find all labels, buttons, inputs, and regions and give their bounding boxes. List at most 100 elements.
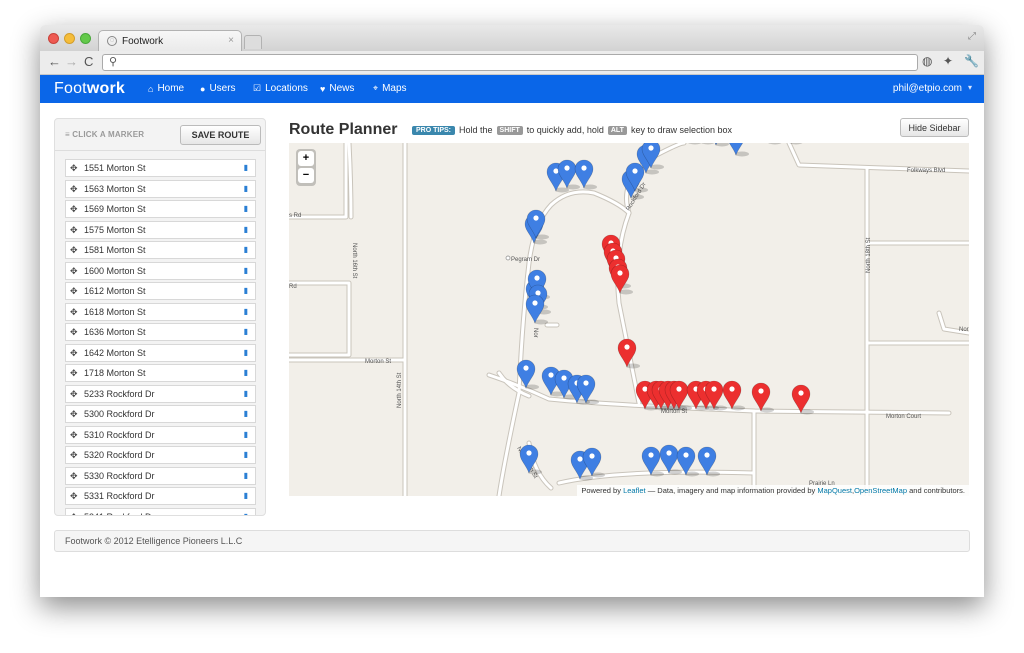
trash-icon[interactable]: ▮ (244, 163, 248, 172)
osm-link[interactable]: OpenStreetMap (854, 486, 907, 495)
save-route-button[interactable]: SAVE ROUTE (180, 125, 261, 145)
trash-icon[interactable]: ▮ (244, 430, 248, 439)
route-stop-item[interactable]: ✥ 5331 Rockford Dr ▮ (65, 487, 256, 505)
move-handle-icon[interactable]: ✥ (70, 368, 78, 379)
blue-map-marker-icon[interactable] (519, 444, 542, 475)
browser-tab[interactable]: ◌ Footwork × (98, 30, 242, 51)
move-handle-icon[interactable]: ✥ (70, 286, 78, 297)
trash-icon[interactable]: ▮ (244, 204, 248, 213)
route-stop-item[interactable]: ✥ 5320 Rockford Dr ▮ (65, 446, 256, 464)
route-stop-item[interactable]: ✥ 1575 Morton St ▮ (65, 220, 256, 239)
move-handle-icon[interactable]: ✥ (70, 430, 78, 441)
nav-users[interactable]: ● Users (200, 83, 236, 94)
blue-map-marker-icon[interactable] (760, 143, 782, 145)
minimize-window-button[interactable] (64, 33, 75, 44)
nav-news[interactable]: ♥ News (320, 83, 354, 94)
move-handle-icon[interactable]: ✥ (70, 450, 78, 461)
trash-icon[interactable]: ▮ (244, 512, 248, 516)
route-stop-item[interactable]: ✥ 5300 Rockford Dr ▮ (65, 405, 256, 423)
trash-icon[interactable]: ▮ (244, 389, 248, 398)
trash-icon[interactable]: ▮ (244, 450, 248, 459)
trash-icon[interactable]: ▮ (244, 225, 248, 234)
map-canvas[interactable]: Folkways Blvd Rockford Dr Pegram Dr Mort… (289, 143, 969, 496)
trash-icon[interactable]: ▮ (244, 266, 248, 275)
trash-icon[interactable]: ▮ (244, 409, 248, 418)
new-tab-button[interactable] (244, 35, 262, 49)
route-stop-item[interactable]: ✥ 1569 Morton St ▮ (65, 200, 256, 218)
nav-locations[interactable]: ☑ Locations (253, 83, 308, 94)
trash-icon[interactable]: ▮ (244, 327, 248, 336)
extension-globe-icon[interactable]: ◍ (922, 54, 932, 68)
route-stop-item[interactable]: ✥ 1581 Morton St ▮ (65, 241, 256, 259)
move-handle-icon[interactable]: ✥ (70, 225, 78, 236)
trash-icon[interactable]: ▮ (244, 245, 248, 254)
move-handle-icon[interactable]: ✥ (70, 389, 78, 400)
back-arrow-icon[interactable]: ← (48, 54, 61, 69)
pro-tips-badge: PRO TIPS: (412, 125, 456, 135)
red-map-marker-icon[interactable] (722, 380, 745, 411)
blue-map-marker-icon[interactable] (574, 159, 597, 190)
trash-icon[interactable]: ▮ (244, 286, 248, 295)
route-stop-item[interactable]: ✥ 1551 Morton St ▮ (65, 159, 256, 177)
route-stop-item[interactable]: ✥ 1636 Morton St ▮ (65, 323, 256, 341)
tip-text-2: to quickly add, hold (526, 125, 604, 135)
move-handle-icon[interactable]: ✥ (70, 512, 78, 516)
move-handle-icon[interactable]: ✥ (70, 245, 78, 256)
route-stop-item[interactable]: ✥ 1642 Morton St ▮ (65, 343, 256, 362)
move-handle-icon[interactable]: ✥ (70, 204, 78, 215)
brand-logo[interactable]: Footwork (54, 80, 125, 98)
blue-map-marker-icon[interactable] (582, 447, 605, 478)
fullscreen-icon[interactable]: ⤢ (968, 31, 976, 42)
trash-icon[interactable]: ▮ (244, 184, 248, 193)
red-map-marker-icon[interactable] (610, 264, 633, 295)
route-stop-address: 1612 Morton St (84, 286, 146, 296)
route-stop-item[interactable]: ✥ 1718 Morton St ▮ (65, 364, 256, 382)
tab-close-icon[interactable]: × (228, 35, 234, 46)
move-handle-icon[interactable]: ✥ (70, 307, 78, 318)
forward-arrow-icon[interactable]: → (65, 54, 78, 69)
zoom-in-button[interactable]: + (298, 151, 314, 166)
trash-icon[interactable]: ▮ (244, 348, 248, 357)
route-map[interactable]: Folkways Blvd Rockford Dr Pegram Dr Mort… (289, 143, 969, 496)
red-map-marker-icon[interactable] (751, 382, 774, 413)
route-stop-item[interactable]: ✥ 5341 Rockford Dr ▮ (65, 507, 256, 516)
move-handle-icon[interactable]: ✥ (70, 184, 78, 195)
blue-map-marker-icon[interactable] (727, 143, 749, 157)
close-window-button[interactable] (48, 33, 59, 44)
trash-icon[interactable]: ▮ (244, 307, 248, 316)
route-stop-item[interactable]: ✥ 1618 Morton St ▮ (65, 302, 256, 321)
nav-home-label: Home (157, 83, 185, 94)
user-menu[interactable]: phil@etpio.com (893, 83, 962, 94)
move-handle-icon[interactable]: ✥ (70, 163, 78, 174)
move-handle-icon[interactable]: ✥ (70, 266, 78, 277)
hide-sidebar-button[interactable]: Hide Sidebar (900, 118, 969, 137)
zoom-window-button[interactable] (80, 33, 91, 44)
nav-home[interactable]: ⌂ Home (148, 83, 184, 94)
mapquest-link[interactable]: MapQuest (817, 486, 852, 495)
trash-icon[interactable]: ▮ (244, 368, 248, 377)
red-map-marker-icon[interactable] (617, 338, 640, 369)
move-handle-icon[interactable]: ✥ (70, 409, 78, 420)
route-stop-list[interactable]: ✥ 1551 Morton St ▮ ✥ 1563 Morton St ▮ ✥ 1569 Mo… (65, 159, 256, 515)
wrench-icon[interactable]: 🔧 (964, 54, 979, 68)
route-stop-item[interactable]: ✥ 1612 Morton St ▮ (65, 282, 256, 300)
move-handle-icon[interactable]: ✥ (70, 471, 78, 482)
move-handle-icon[interactable]: ✥ (70, 327, 78, 338)
reload-icon[interactable]: C (84, 54, 93, 69)
extension-sparkle-icon[interactable]: ✦ (943, 54, 953, 68)
map-markers[interactable] (516, 143, 814, 481)
route-stop-item[interactable]: ✥ 5310 Rockford Dr ▮ (65, 425, 256, 444)
route-stop-item[interactable]: ✥ 5330 Rockford Dr ▮ (65, 466, 256, 485)
route-stop-item[interactable]: ✥ 1600 Morton St ▮ (65, 261, 256, 280)
move-handle-icon[interactable]: ✥ (70, 491, 78, 502)
address-bar[interactable]: ⚲ (102, 54, 918, 71)
route-stop-item[interactable]: ✥ 5233 Rockford Dr ▮ (65, 384, 256, 403)
route-stop-item[interactable]: ✥ 1563 Morton St ▮ (65, 179, 256, 198)
leaflet-link[interactable]: Leaflet (623, 486, 646, 495)
trash-icon[interactable]: ▮ (244, 491, 248, 500)
trash-icon[interactable]: ▮ (244, 471, 248, 480)
move-handle-icon[interactable]: ✥ (70, 348, 78, 359)
nav-maps[interactable]: ⌖ Maps (373, 83, 407, 94)
zoom-out-button[interactable]: − (298, 168, 314, 183)
chevron-down-icon[interactable]: ▾ (968, 83, 972, 92)
